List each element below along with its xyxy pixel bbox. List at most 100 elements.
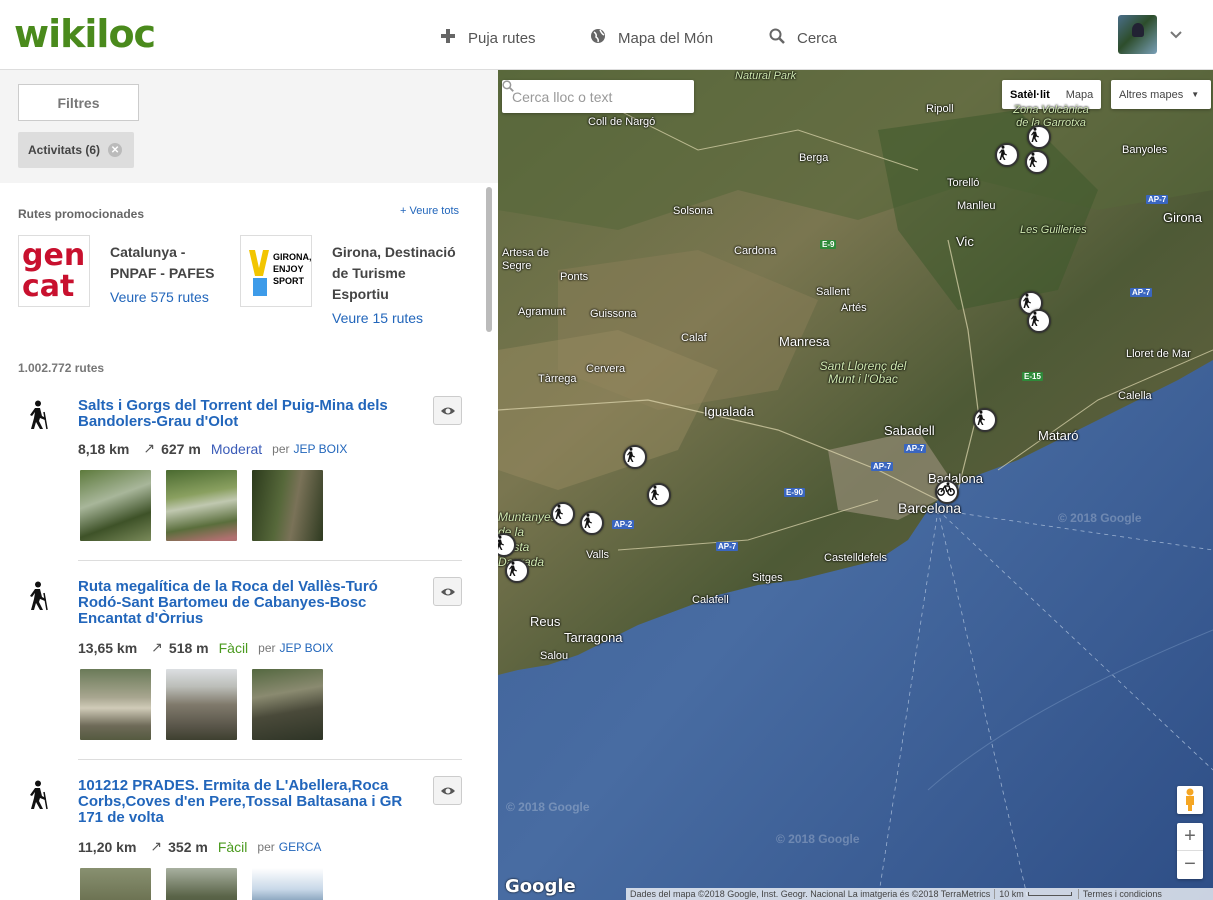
route-photo[interactable] xyxy=(252,868,323,900)
zoom-out-button[interactable]: − xyxy=(1177,851,1203,879)
map-search-input[interactable]: Cerca lloc o text xyxy=(502,80,694,113)
route-author[interactable]: JEP BOIX xyxy=(280,641,334,655)
hiking-pin-icon[interactable] xyxy=(1025,150,1049,174)
map-label: Manresa xyxy=(779,334,830,349)
see-all-link[interactable]: + Veure tots xyxy=(400,205,459,217)
map-label: Girona xyxy=(1163,210,1203,225)
route-title[interactable]: 101212 PRADES. Ermita de L'Abellera,Roca… xyxy=(78,778,418,826)
route-author[interactable]: JEP BOIX xyxy=(294,442,348,456)
close-icon[interactable]: ✕ xyxy=(108,143,123,157)
plus-icon xyxy=(440,28,456,48)
nav-search[interactable]: Cerca xyxy=(769,28,837,48)
terms-link[interactable]: Termes i condicions xyxy=(1077,889,1166,899)
route-photo[interactable] xyxy=(252,470,323,541)
route-photo[interactable] xyxy=(166,669,237,740)
map-label: Artés xyxy=(841,302,867,314)
nav-world-map[interactable]: Mapa del Món xyxy=(590,28,713,48)
svg-text:ENJOY: ENJOY xyxy=(273,264,304,274)
route-photo[interactable] xyxy=(80,470,151,541)
elevation-icon: ↗ xyxy=(143,440,156,456)
avatar[interactable] xyxy=(1118,15,1157,54)
eye-icon[interactable] xyxy=(433,577,462,606)
activities-chip[interactable]: Activitats (6) ✕ xyxy=(18,132,134,168)
map-label: Sallent xyxy=(816,286,850,298)
route-photo[interactable] xyxy=(166,470,237,541)
promo-name[interactable]: Girona, Destinació de Turisme Esportiu xyxy=(332,242,462,305)
hiking-pin-icon[interactable] xyxy=(580,511,604,535)
other-maps-dropdown[interactable]: Altres mapes ▼ xyxy=(1111,80,1211,109)
hiking-pin-icon[interactable] xyxy=(505,559,529,583)
map-label: Mataró xyxy=(1038,428,1079,443)
hiking-icon xyxy=(26,780,50,815)
route-photos xyxy=(80,470,323,541)
map-label: Manlleu xyxy=(957,200,996,212)
promo-link[interactable]: Veure 575 rutes xyxy=(110,289,209,305)
route-count: 1.002.772 rutes xyxy=(18,361,105,375)
map-label: Tàrrega xyxy=(538,373,577,385)
promo-title: Rutes promocionades xyxy=(18,207,145,221)
promo-link[interactable]: Veure 15 rutes xyxy=(332,310,423,326)
map-search-placeholder: Cerca lloc o text xyxy=(512,88,613,105)
route-distance: 13,65 km xyxy=(78,639,138,656)
map-label: Ponts xyxy=(560,271,589,283)
list-item: Ruta megalítica de la Roca del Vallès-Tu… xyxy=(0,577,498,749)
bike-pin-icon[interactable] xyxy=(935,480,959,504)
satellite-imagery xyxy=(498,70,1213,900)
road-shield: AP-7 xyxy=(1146,195,1169,204)
caret-down-icon: ▼ xyxy=(1191,90,1200,99)
map-label: Berga xyxy=(799,152,829,164)
map-label: Sant Llorenç del Munt i l'Obac xyxy=(819,359,907,386)
filters-button[interactable]: Filtres xyxy=(18,84,139,121)
map-label: Sitges xyxy=(752,572,783,584)
map-label: Salou xyxy=(540,650,569,662)
route-stats: 11,20 km ↗ 352 m Fàcil per GERCA xyxy=(78,838,321,855)
hiking-pin-icon[interactable] xyxy=(973,408,997,432)
route-elevation: 518 m xyxy=(168,639,209,656)
nav-upload-routes[interactable]: Puja rutes xyxy=(440,28,536,48)
hiking-pin-icon[interactable] xyxy=(1027,309,1051,333)
road-shield: AP-7 xyxy=(904,444,927,453)
route-title[interactable]: Salts i Gorgs del Torrent del Puig-Mina … xyxy=(78,398,418,430)
road-shield: AP-7 xyxy=(871,462,894,471)
map[interactable]: Cerca lloc o text Satèl·lit Mapa Altres … xyxy=(498,70,1213,900)
wikiloc-logo[interactable]: wikiloc xyxy=(14,12,156,56)
divider xyxy=(78,560,462,561)
gencat-logo[interactable]: gen cat xyxy=(18,235,90,307)
route-author[interactable]: GERCA xyxy=(279,840,322,854)
divider xyxy=(78,759,462,760)
hiking-pin-icon[interactable] xyxy=(995,143,1019,167)
map-label: Lloret de Mar xyxy=(1126,348,1191,360)
hiking-pin-icon[interactable] xyxy=(1027,125,1051,149)
route-stats: 13,65 km ↗ 518 m Fàcil per JEP BOIX xyxy=(78,639,333,656)
route-photo[interactable] xyxy=(166,868,237,900)
route-difficulty: Moderat xyxy=(210,440,263,457)
route-title[interactable]: Ruta megalítica de la Roca del Vallès-Tu… xyxy=(78,579,418,627)
scrollbar[interactable] xyxy=(486,187,492,332)
search-icon xyxy=(769,28,785,48)
route-photo[interactable] xyxy=(252,669,323,740)
route-distance: 8,18 km xyxy=(78,440,130,457)
route-photos xyxy=(80,868,323,900)
route-difficulty: Fàcil xyxy=(218,639,249,656)
girona-logo[interactable]: GIRONA, ENJOY SPORT xyxy=(240,235,312,307)
route-photo[interactable] xyxy=(80,868,151,900)
promo-name[interactable]: Catalunya - PNPAF - PAFES xyxy=(110,242,235,284)
route-photo[interactable] xyxy=(80,669,151,740)
hiking-pin-icon[interactable] xyxy=(647,483,671,507)
map-label: Zona Volcànica de la Garrotxa xyxy=(1013,104,1089,129)
eye-icon[interactable] xyxy=(433,776,462,805)
map-label: Valls xyxy=(586,549,610,561)
map-label: Castelldefels xyxy=(824,552,887,564)
street-view-pegman-icon[interactable] xyxy=(1177,786,1203,814)
svg-text:SPORT: SPORT xyxy=(273,276,305,286)
chevron-down-icon[interactable] xyxy=(1170,26,1182,42)
map-label: Igualada xyxy=(704,404,754,419)
map-label: Ripoll xyxy=(926,103,954,115)
eye-icon[interactable] xyxy=(433,396,462,425)
hiking-pin-icon[interactable] xyxy=(551,502,575,526)
search-icon xyxy=(502,80,514,92)
route-elevation: 627 m xyxy=(161,440,201,457)
hiking-pin-icon[interactable] xyxy=(623,445,647,469)
zoom-in-button[interactable]: + xyxy=(1177,823,1203,851)
route-per: per xyxy=(258,640,276,655)
